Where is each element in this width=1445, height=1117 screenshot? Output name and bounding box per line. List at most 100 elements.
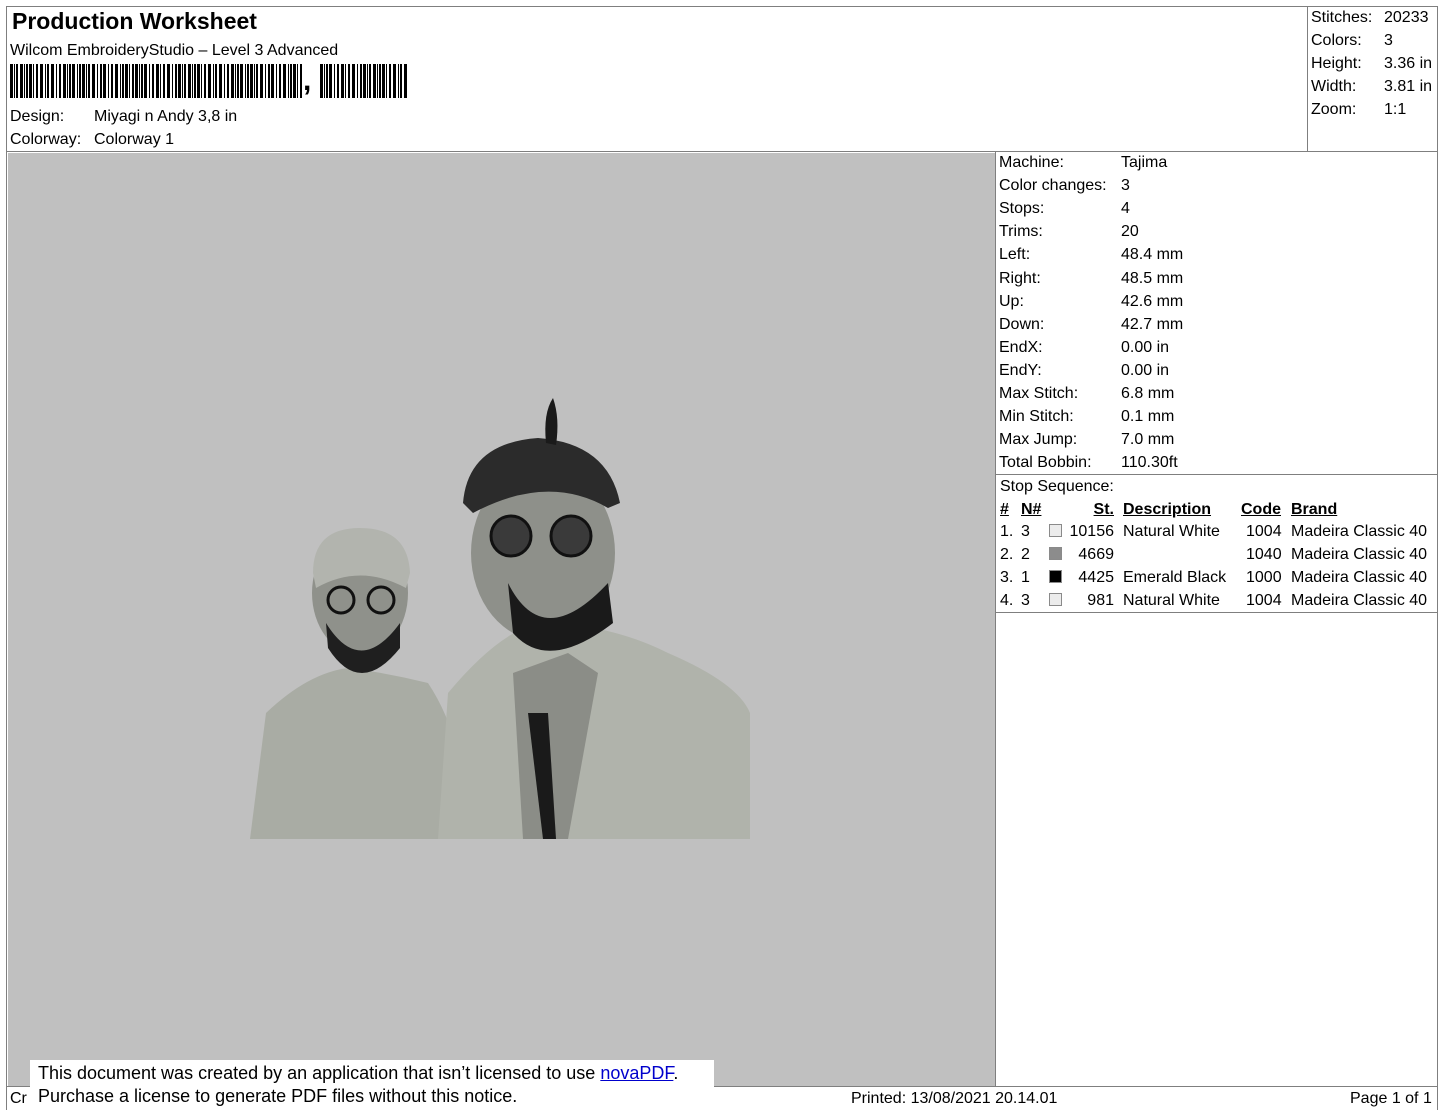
stat-row: Up: 42.6 mm	[999, 293, 1183, 311]
row-needle: 2	[1021, 546, 1030, 563]
summary-label: Height:	[1311, 55, 1362, 72]
stat-label: Stops:	[999, 200, 1045, 218]
left-figure-shirt	[250, 668, 458, 839]
row-stitches: 4425	[1078, 569, 1114, 586]
colorway-label: Colorway:	[10, 131, 82, 148]
col-header-brand: Brand	[1291, 501, 1338, 518]
stat-label: Up:	[999, 292, 1024, 310]
stat-value: 48.5 mm	[1121, 269, 1184, 287]
right-figure-jacket	[438, 623, 750, 839]
stop-sequence-title: Stop Sequence:	[1000, 478, 1114, 495]
stat-value: 110.30ft	[1121, 454, 1178, 472]
right-figure-bandana-knot	[545, 398, 558, 445]
frame-right	[1437, 6, 1438, 1110]
row-number: 4.	[1000, 592, 1014, 609]
stat-label: EndY:	[999, 361, 1042, 379]
stat-label: Max Jump:	[999, 431, 1078, 449]
colorway-row: Colorway: Colorway 1	[10, 131, 174, 149]
row-number: 2.	[1000, 546, 1014, 563]
stat-row: Color changes: 3	[999, 177, 1130, 195]
footer-left-fragment: Cr	[10, 1090, 27, 1107]
design-row: Design: Miyagi n Andy 3,8 in	[10, 108, 237, 126]
stats-divider	[996, 474, 1438, 475]
stat-row: Total Bobbin: 110.30ft	[999, 454, 1178, 472]
row-brand: Madeira Classic 40	[1291, 592, 1428, 609]
stat-row: Left: 48.4 mm	[999, 246, 1183, 264]
printed-timestamp: Printed: 13/08/2021 20.14.01	[851, 1090, 1058, 1107]
notice-line-1: This document was created by an applicat…	[38, 1062, 714, 1085]
stat-row: Right: 48.5 mm	[999, 270, 1183, 288]
stat-row: Min Stitch: 0.1 mm	[999, 408, 1174, 426]
summary-height: Height: 3.36 in	[1311, 55, 1432, 73]
col-header-needle: N#	[1021, 501, 1042, 518]
sequence-divider	[996, 612, 1438, 613]
stat-row: Machine: Tajima	[999, 154, 1167, 172]
stat-value: Tajima	[1121, 154, 1168, 171]
stat-value: 3	[1121, 177, 1130, 195]
stat-row: EndY: 0.00 in	[999, 362, 1169, 380]
notice-text: This document was created by an applicat…	[38, 1063, 601, 1083]
summary-value: 3	[1384, 32, 1393, 49]
stat-row: EndX: 0.00 in	[999, 339, 1169, 357]
row-brand: Madeira Classic 40	[1291, 569, 1428, 586]
row-description: Natural White	[1123, 523, 1220, 540]
summary-divider	[1307, 6, 1308, 152]
row-stitches: 4669	[1078, 546, 1114, 563]
stat-label: Machine:	[999, 154, 1064, 171]
row-number: 3.	[1000, 569, 1014, 586]
stat-value: 48.4 mm	[1121, 246, 1184, 264]
summary-stitches: Stitches: 20233	[1311, 9, 1429, 27]
notice-line-2: Purchase a license to generate PDF files…	[38, 1086, 518, 1106]
barcode	[10, 64, 407, 98]
row-stitches: 10156	[1069, 523, 1115, 540]
page-title: Production Worksheet	[12, 8, 257, 34]
row-needle: 3	[1021, 592, 1030, 609]
col-header-code: Code	[1241, 501, 1281, 518]
design-value: Miyagi n Andy 3,8 in	[94, 108, 238, 125]
design-label: Design:	[10, 108, 65, 125]
stat-row: Down: 42.7 mm	[999, 316, 1183, 334]
stat-value: 0.1 mm	[1121, 408, 1175, 426]
summary-label: Width:	[1311, 78, 1357, 95]
summary-label: Zoom:	[1311, 101, 1357, 118]
stat-row: Trims: 20	[999, 223, 1139, 241]
colorway-value: Colorway 1	[94, 131, 175, 148]
row-code: 1004	[1246, 523, 1282, 540]
stat-label: Right:	[999, 269, 1041, 287]
row-code: 1040	[1246, 546, 1282, 563]
stat-label: Left:	[999, 246, 1031, 264]
stat-label: Min Stitch:	[999, 408, 1074, 426]
row-brand: Madeira Classic 40	[1291, 546, 1428, 563]
row-description: Natural White	[1123, 592, 1220, 609]
stat-label: EndX:	[999, 338, 1043, 356]
row-description: Emerald Black	[1123, 569, 1227, 586]
stat-row: Stops: 4	[999, 200, 1130, 218]
notice-text: .	[673, 1063, 679, 1083]
stat-value: 4	[1121, 200, 1130, 218]
stat-label: Color changes:	[999, 177, 1107, 195]
summary-colors: Colors: 3	[1311, 32, 1393, 50]
stat-value: 20	[1121, 223, 1139, 241]
stat-value: 42.6 mm	[1121, 292, 1184, 310]
novapdf-link[interactable]: novaPDF	[600, 1063, 673, 1083]
row-needle: 3	[1021, 523, 1030, 540]
stat-value: 0.00 in	[1121, 361, 1170, 379]
stat-row: Max Stitch: 6.8 mm	[999, 385, 1174, 403]
frame-top	[6, 6, 1438, 7]
summary-width: Width: 3.81 in	[1311, 78, 1432, 96]
summary-zoom: Zoom: 1:1	[1311, 101, 1406, 119]
col-header-description: Description	[1123, 501, 1212, 518]
summary-label: Colors:	[1311, 32, 1362, 49]
summary-value: 1:1	[1384, 101, 1407, 118]
stat-label: Max Stitch:	[999, 385, 1079, 402]
stat-label: Down:	[999, 315, 1045, 333]
right-sunglasses-lens	[489, 514, 533, 558]
stat-value: 0.00 in	[1121, 338, 1170, 356]
embroidery-preview	[250, 398, 750, 839]
summary-value: 3.81 in	[1384, 78, 1433, 95]
row-code: 1000	[1246, 569, 1282, 586]
barcode-suffix: ,	[303, 64, 312, 97]
stat-value: 7.0 mm	[1121, 431, 1175, 449]
design-canvas	[8, 153, 995, 1086]
stat-value: 6.8 mm	[1121, 385, 1175, 402]
